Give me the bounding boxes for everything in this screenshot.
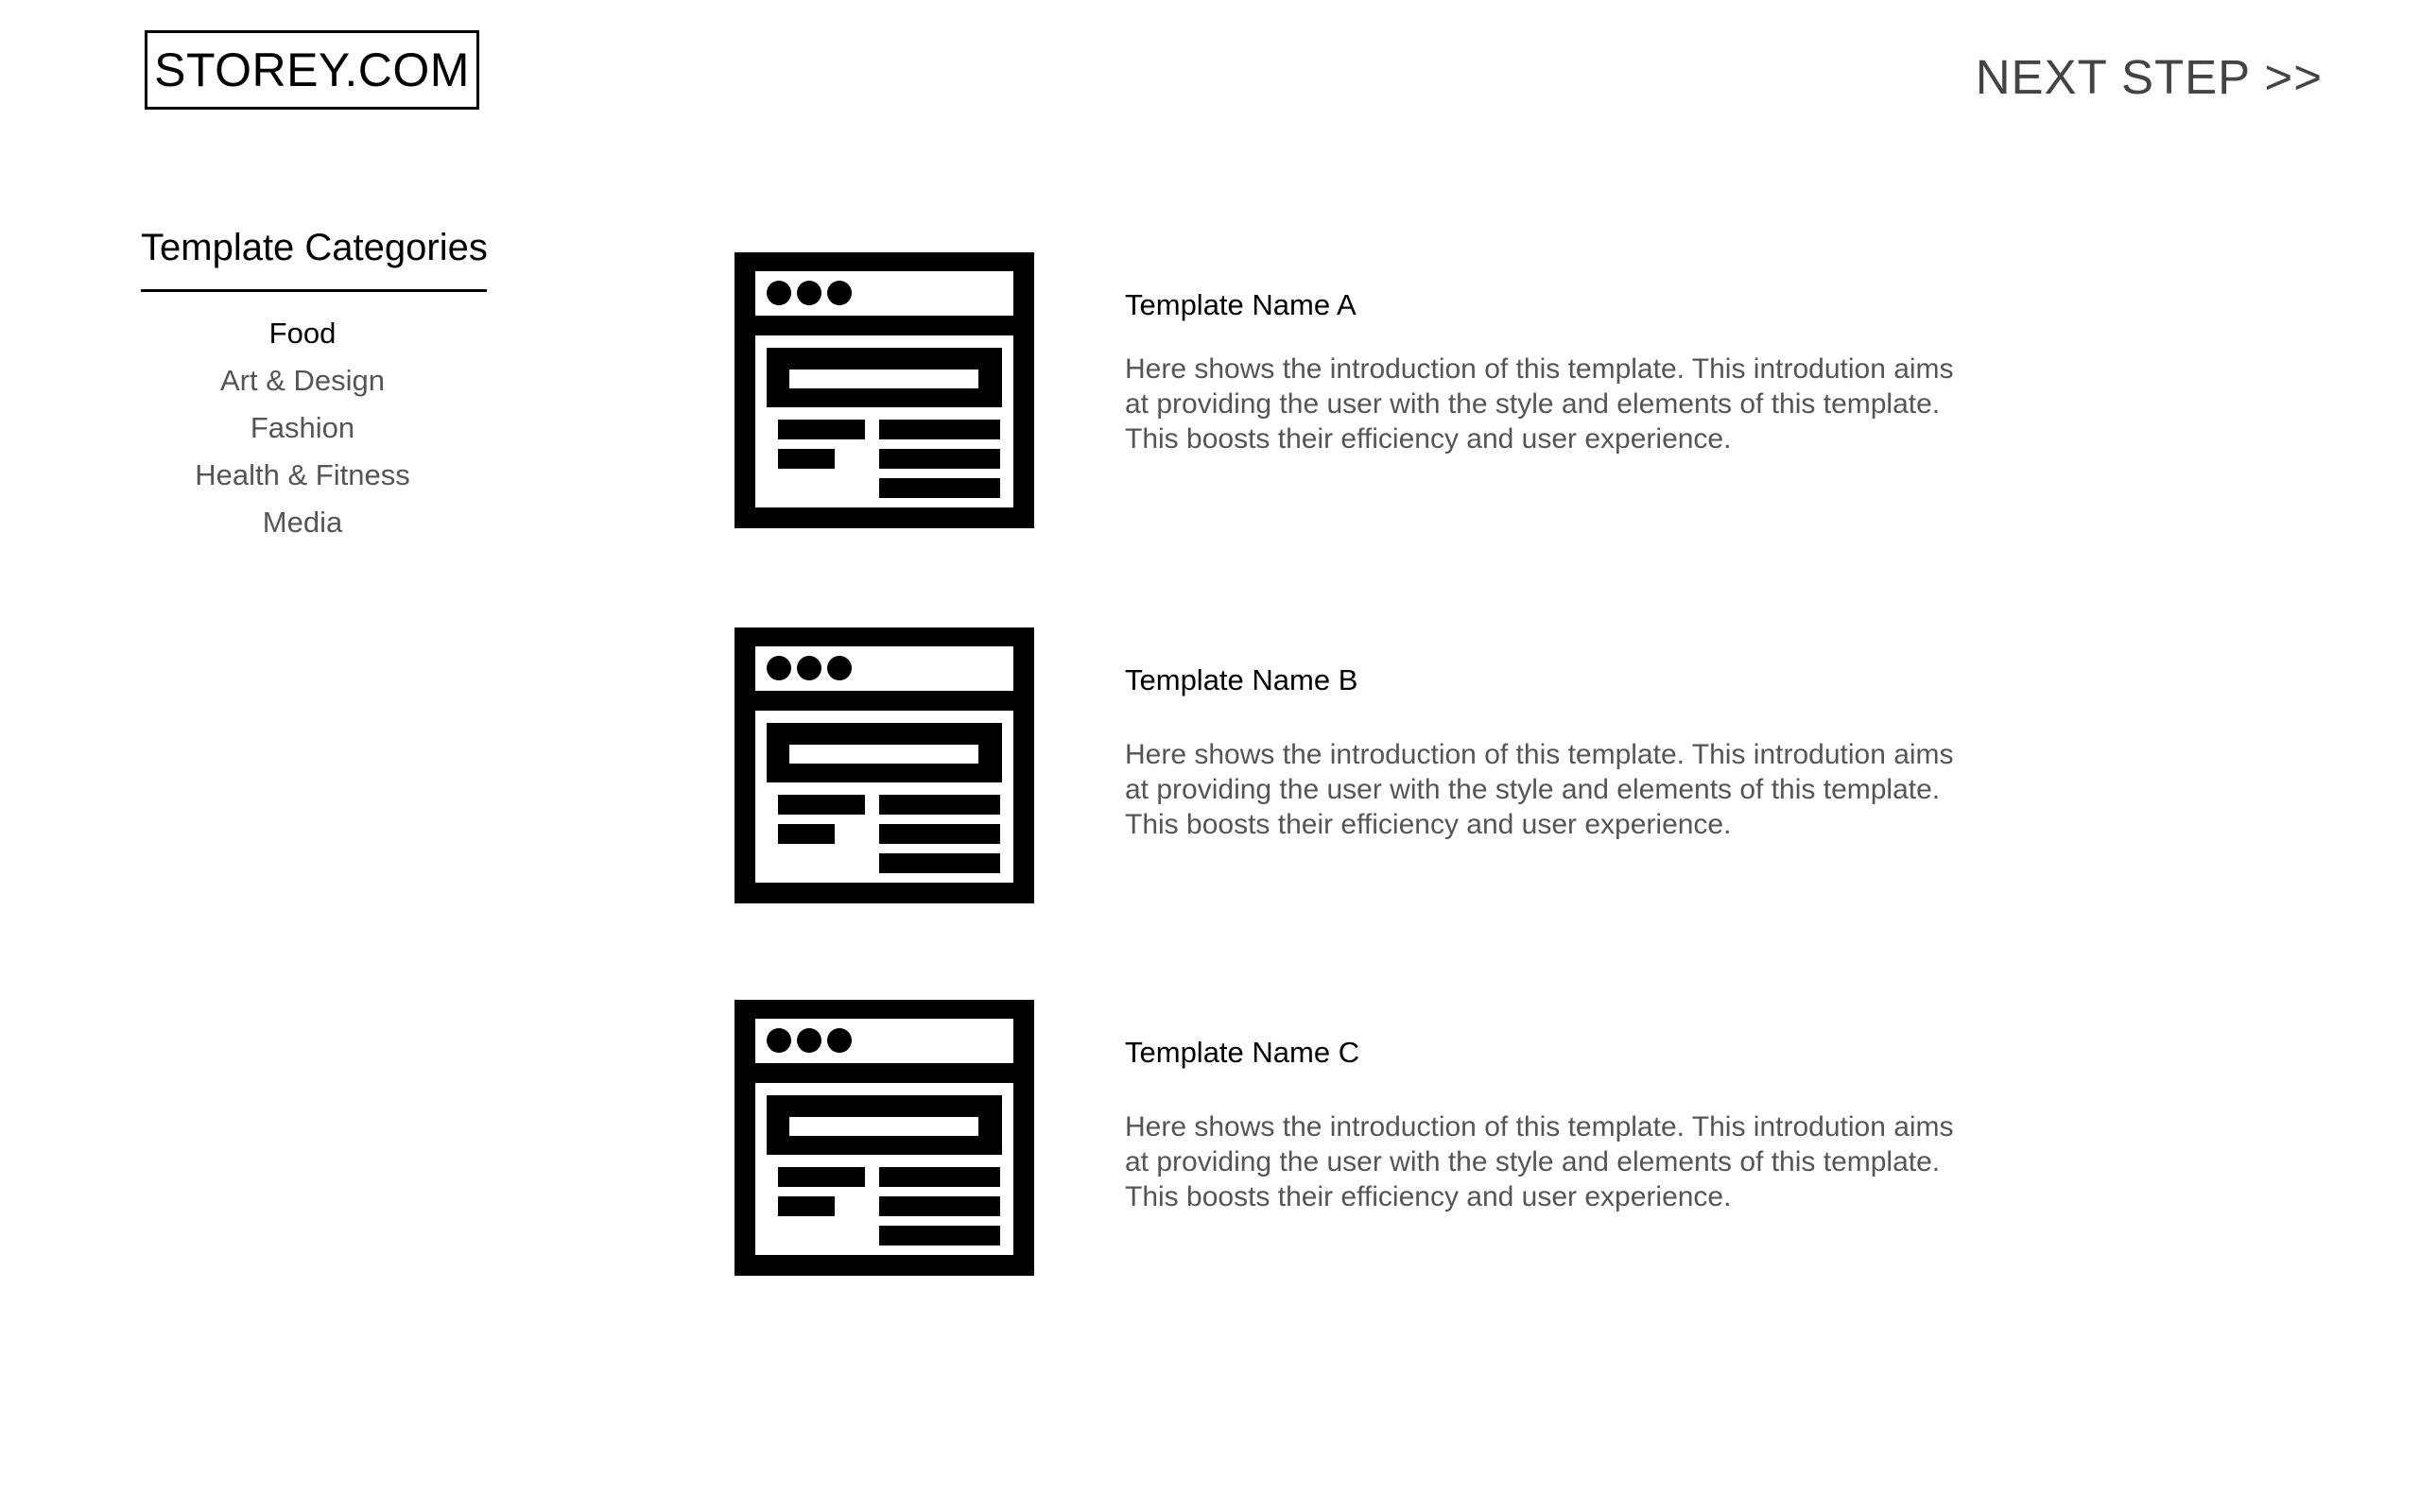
category-item-art-design[interactable]: Art & Design (142, 361, 463, 408)
browser-template-icon[interactable] (735, 1000, 1034, 1276)
categories-underline (141, 289, 487, 292)
browser-template-icon[interactable] (735, 252, 1034, 528)
template-description: Here shows the introduction of this temp… (1125, 1111, 1954, 1212)
template-name[interactable]: Template Name B (1125, 663, 1357, 697)
template-description: Here shows the introduction of this temp… (1125, 739, 1954, 840)
category-item-health-fitness[interactable]: Health & Fitness (142, 455, 463, 503)
template-name[interactable]: Template Name C (1125, 1036, 1359, 1070)
next-step-button[interactable]: NEXT STEP >> (1976, 49, 2323, 105)
category-item-media[interactable]: Media (142, 503, 463, 550)
browser-template-icon[interactable] (735, 627, 1034, 903)
template-description: Here shows the introduction of this temp… (1125, 353, 1954, 455)
template-name[interactable]: Template Name A (1125, 288, 1357, 322)
categories-heading: Template Categories (141, 227, 488, 268)
site-logo[interactable]: STOREY.COM (145, 30, 479, 110)
category-item-food[interactable]: Food (142, 314, 463, 361)
category-list: Food Art & Design Fashion Health & Fitne… (142, 314, 463, 550)
category-item-fashion[interactable]: Fashion (142, 408, 463, 455)
